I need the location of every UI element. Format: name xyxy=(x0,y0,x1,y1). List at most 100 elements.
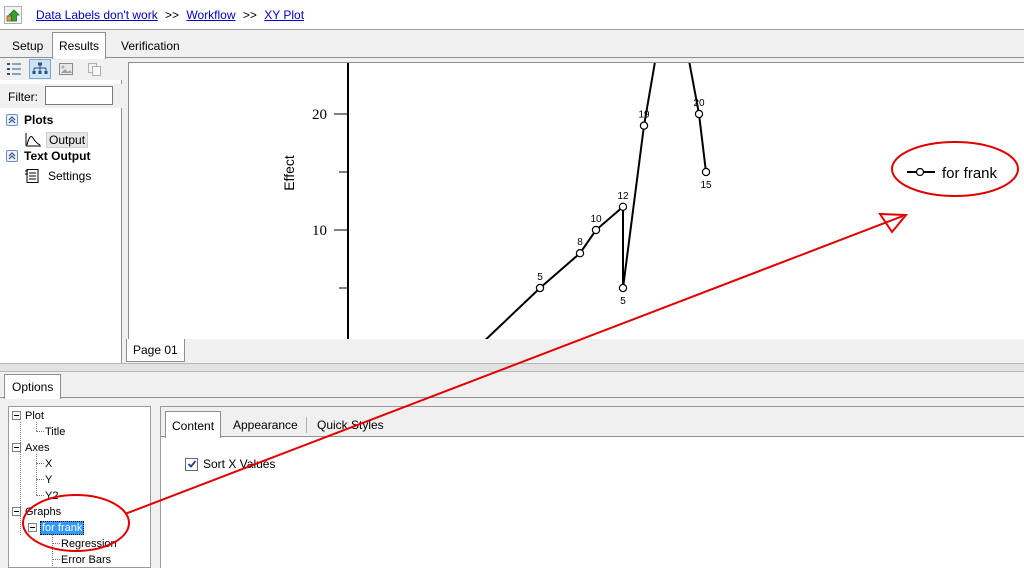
options-tab-strip: Options xyxy=(0,372,1024,399)
tree-node-x[interactable]: X xyxy=(44,457,53,472)
y-axis-ticks: 10 20 xyxy=(312,107,348,289)
up-arrow-icon xyxy=(6,9,20,22)
filter-input[interactable] xyxy=(45,86,113,105)
tree-node-title[interactable]: Title xyxy=(44,425,66,440)
breadcrumb-link-project[interactable]: Data Labels don't work xyxy=(36,8,158,22)
tree-node-y[interactable]: Y xyxy=(44,473,53,488)
curve-chart-icon xyxy=(25,133,41,147)
main-tab-strip: Setup Results Verification xyxy=(0,32,1024,59)
xy-plot: 10 20 Effect 5 8 10 12 5 19 20 15 for frank xyxy=(281,63,998,339)
data-point xyxy=(694,109,704,119)
tree-connector xyxy=(36,463,44,464)
data-point xyxy=(591,225,601,235)
tab-quick-styles[interactable]: Quick Styles xyxy=(311,415,390,437)
data-label: 8 xyxy=(577,237,583,248)
data-label: 5 xyxy=(537,272,543,283)
tree-node-plot[interactable]: Plot xyxy=(12,409,45,424)
y-tick-label: 20 xyxy=(312,107,327,123)
tree-connector xyxy=(52,534,53,567)
page-tab-strip: Page 01 xyxy=(124,339,1024,363)
tree-connector xyxy=(36,431,44,432)
breadcrumb: Data Labels don't work >> Workflow >> XY… xyxy=(36,8,304,22)
y-axis-label: Effect xyxy=(281,155,297,191)
breadcrumb-link-xy-plot[interactable]: XY Plot xyxy=(264,8,304,22)
tab-setup[interactable]: Setup xyxy=(6,36,49,58)
tree-node-y2[interactable]: Y2 xyxy=(44,489,59,504)
double-chevron-up-icon xyxy=(8,152,16,160)
tree-node-for-frank[interactable]: for frank xyxy=(28,521,85,536)
tree-connector xyxy=(52,543,60,544)
data-label: 20 xyxy=(693,98,705,109)
nav-item-label: Output xyxy=(46,132,89,148)
breadcrumb-bar: Data Labels don't work >> Workflow >> XY… xyxy=(0,0,1024,30)
sort-x-values-row: Sort X Values xyxy=(185,457,275,471)
tree-node-axes[interactable]: Axes xyxy=(12,441,50,456)
panel-splitter[interactable] xyxy=(0,363,1024,372)
picture-icon xyxy=(59,63,73,75)
sort-x-values-checkbox[interactable] xyxy=(185,457,198,471)
data-point xyxy=(575,248,585,258)
filter-label: Filter: xyxy=(8,90,38,104)
tab-page-01[interactable]: Page 01 xyxy=(126,339,185,362)
image-view-button[interactable] xyxy=(55,59,77,79)
tree-connector xyxy=(52,559,60,560)
options-tree: Plot Title Axes X Y Y2 Graphs for frank … xyxy=(8,406,151,568)
nav-item-label: Settings xyxy=(48,169,92,183)
data-label: 10 xyxy=(590,214,602,225)
collapse-icon[interactable] xyxy=(12,507,21,516)
copy-button[interactable] xyxy=(84,59,106,79)
nav-item-settings[interactable]: Settings xyxy=(24,167,93,185)
tree-node-error-bars[interactable]: Error Bars xyxy=(60,553,112,567)
list-view-button[interactable] xyxy=(3,59,25,79)
data-label: 12 xyxy=(617,191,629,202)
tree-view-button[interactable] xyxy=(29,59,51,79)
collapse-icon[interactable] xyxy=(12,411,21,420)
collapse-up-icon[interactable] xyxy=(6,150,18,162)
tree-connector xyxy=(36,454,37,495)
data-label: 15 xyxy=(700,180,712,191)
collapse-up-icon[interactable] xyxy=(6,114,18,126)
tree-node-graphs[interactable]: Graphs xyxy=(12,505,62,520)
breadcrumb-separator: >> xyxy=(242,8,257,22)
tree-connector xyxy=(36,495,44,496)
y-tick-label: 10 xyxy=(312,223,327,239)
tab-results[interactable]: Results xyxy=(52,32,107,59)
data-label: 19 xyxy=(638,110,650,121)
list-icon xyxy=(7,63,21,75)
copy-icon xyxy=(88,63,101,76)
checkmark-icon xyxy=(187,460,196,468)
collapse-icon[interactable] xyxy=(28,523,37,532)
nav-group-plots[interactable]: Plots xyxy=(6,111,53,129)
data-point xyxy=(618,202,628,211)
data-point xyxy=(535,283,545,293)
hierarchy-icon xyxy=(32,62,48,74)
nav-group-text-output[interactable]: Text Output xyxy=(6,147,90,165)
nav-group-label: Text Output xyxy=(24,149,91,163)
plot-canvas[interactable]: 10 20 Effect 5 8 10 12 5 19 20 15 for frank xyxy=(128,62,1024,339)
tab-options[interactable]: Options xyxy=(4,374,62,399)
series-line-for-frank xyxy=(484,63,707,339)
go-up-button[interactable] xyxy=(4,6,22,24)
data-point xyxy=(639,121,649,130)
tree-connector xyxy=(36,479,44,480)
tree-node-regression[interactable]: Regression xyxy=(60,537,118,552)
data-label: 5 xyxy=(620,296,626,307)
data-point xyxy=(701,167,711,177)
collapse-icon[interactable] xyxy=(12,443,21,452)
tab-verification[interactable]: Verification xyxy=(115,36,186,58)
double-chevron-up-icon xyxy=(8,116,16,124)
tab-divider xyxy=(306,417,307,433)
nav-toolbar xyxy=(0,58,122,80)
legend-marker xyxy=(915,167,925,177)
sort-x-values-label: Sort X Values xyxy=(203,457,276,471)
tab-appearance[interactable]: Appearance xyxy=(227,415,304,437)
breadcrumb-separator: >> xyxy=(165,8,180,22)
legend-label: for frank xyxy=(942,165,998,182)
legend[interactable]: for frank xyxy=(907,165,998,182)
data-point xyxy=(618,283,628,293)
results-navigation-panel: Filter: Plots Output Text Output Setting… xyxy=(0,58,122,363)
tab-content[interactable]: Content xyxy=(165,411,222,438)
settings-document-icon xyxy=(25,169,39,183)
options-content-panel: Content Appearance Quick Styles Sort X V… xyxy=(160,406,1024,568)
breadcrumb-link-workflow[interactable]: Workflow xyxy=(186,8,235,22)
